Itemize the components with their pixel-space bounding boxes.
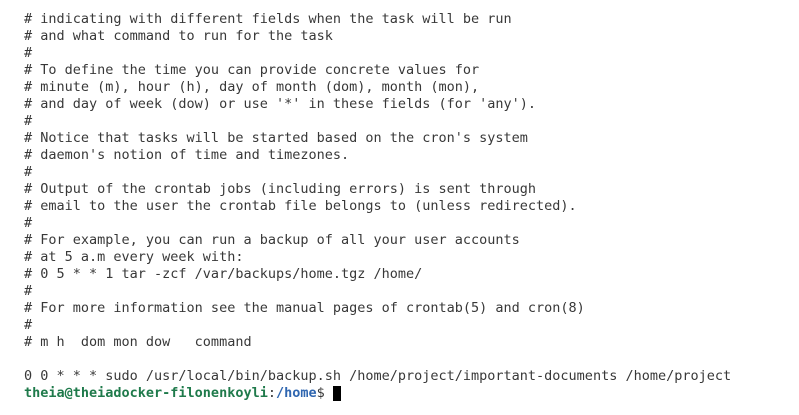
terminal-line-3: # — [24, 45, 33, 61]
terminal-line-1: # indicating with different fields when … — [24, 11, 512, 27]
terminal-line-9: # daemon's notion of time and timezones. — [24, 147, 350, 163]
terminal-line-6: # and day of week (dow) or use '*' in th… — [24, 96, 537, 112]
terminal-line-2: # and what command to run for the task — [24, 28, 333, 44]
terminal-line-15: # at 5 a.m every week with: — [24, 249, 244, 265]
prompt-symbol: $ — [316, 385, 325, 401]
terminal-window[interactable]: # indicating with different fields when … — [0, 0, 799, 415]
prompt-path: /home — [275, 385, 317, 401]
terminal-cursor[interactable] — [332, 386, 341, 401]
terminal-line-12: # email to the user the crontab file bel… — [24, 198, 577, 214]
shell-prompt[interactable]: theia@theiadocker-filonenkoyli:/home $ — [24, 385, 799, 402]
terminal-line-5: # minute (m), hour (h), day of month (do… — [24, 79, 480, 95]
terminal-line-21 — [24, 351, 799, 368]
terminal-line-13: # — [24, 215, 33, 231]
prompt-separator: : — [267, 385, 276, 401]
terminal-line-19: # — [24, 317, 33, 333]
terminal-line-16: # 0 5 * * 1 tar -zcf /var/backups/home.t… — [24, 266, 423, 282]
terminal-line-22: 0 0 * * * sudo /usr/local/bin/backup.sh … — [24, 368, 732, 384]
terminal-line-4: # To define the time you can provide con… — [24, 62, 480, 78]
terminal-line-11: # Output of the crontab jobs (including … — [24, 181, 537, 197]
terminal-line-8: # Notice that tasks will be started base… — [24, 130, 528, 146]
prompt-user-host: theia@theiadocker-filonenkoyli — [24, 385, 268, 401]
terminal-line-17: # — [24, 283, 33, 299]
terminal-line-10: # — [24, 164, 33, 180]
terminal-line-7: # — [24, 113, 33, 129]
terminal-line-14: # For example, you can run a backup of a… — [24, 232, 520, 248]
terminal-line-18: # For more information see the manual pa… — [24, 300, 585, 316]
terminal-line-20: # m h dom mon dow command — [24, 334, 252, 350]
